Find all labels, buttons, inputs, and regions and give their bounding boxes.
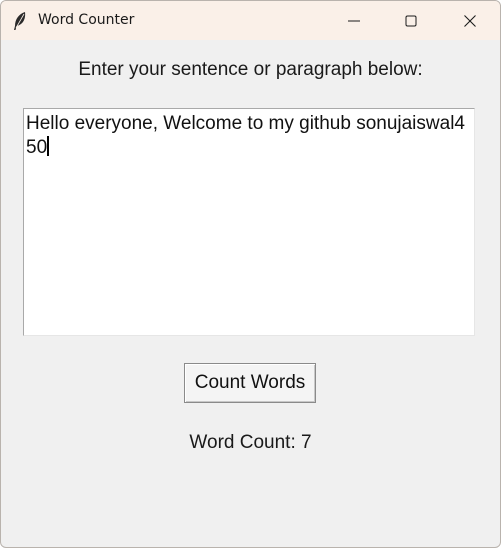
- minimize-button[interactable]: [331, 1, 377, 40]
- close-icon: [464, 14, 476, 27]
- instruction-label: Enter your sentence or paragraph below:: [78, 59, 423, 80]
- minimize-icon: [348, 20, 360, 21]
- maximize-icon: [405, 15, 417, 26]
- title-bar[interactable]: Word Counter: [1, 1, 500, 40]
- text-cursor: [47, 136, 50, 156]
- input-text: Hello everyone, Welcome to my github son…: [26, 113, 465, 158]
- count-words-button[interactable]: Count Words: [184, 363, 316, 403]
- feather-icon: [14, 12, 26, 30]
- close-button[interactable]: [447, 1, 493, 40]
- word-count-label: Word Count: 7: [189, 432, 312, 453]
- app-window: Word Counter Enter your sentence or para…: [0, 0, 501, 548]
- maximize-button[interactable]: [388, 1, 434, 40]
- window-title: Word Counter: [38, 12, 135, 28]
- text-input-area[interactable]: Hello everyone, Welcome to my github son…: [23, 108, 475, 336]
